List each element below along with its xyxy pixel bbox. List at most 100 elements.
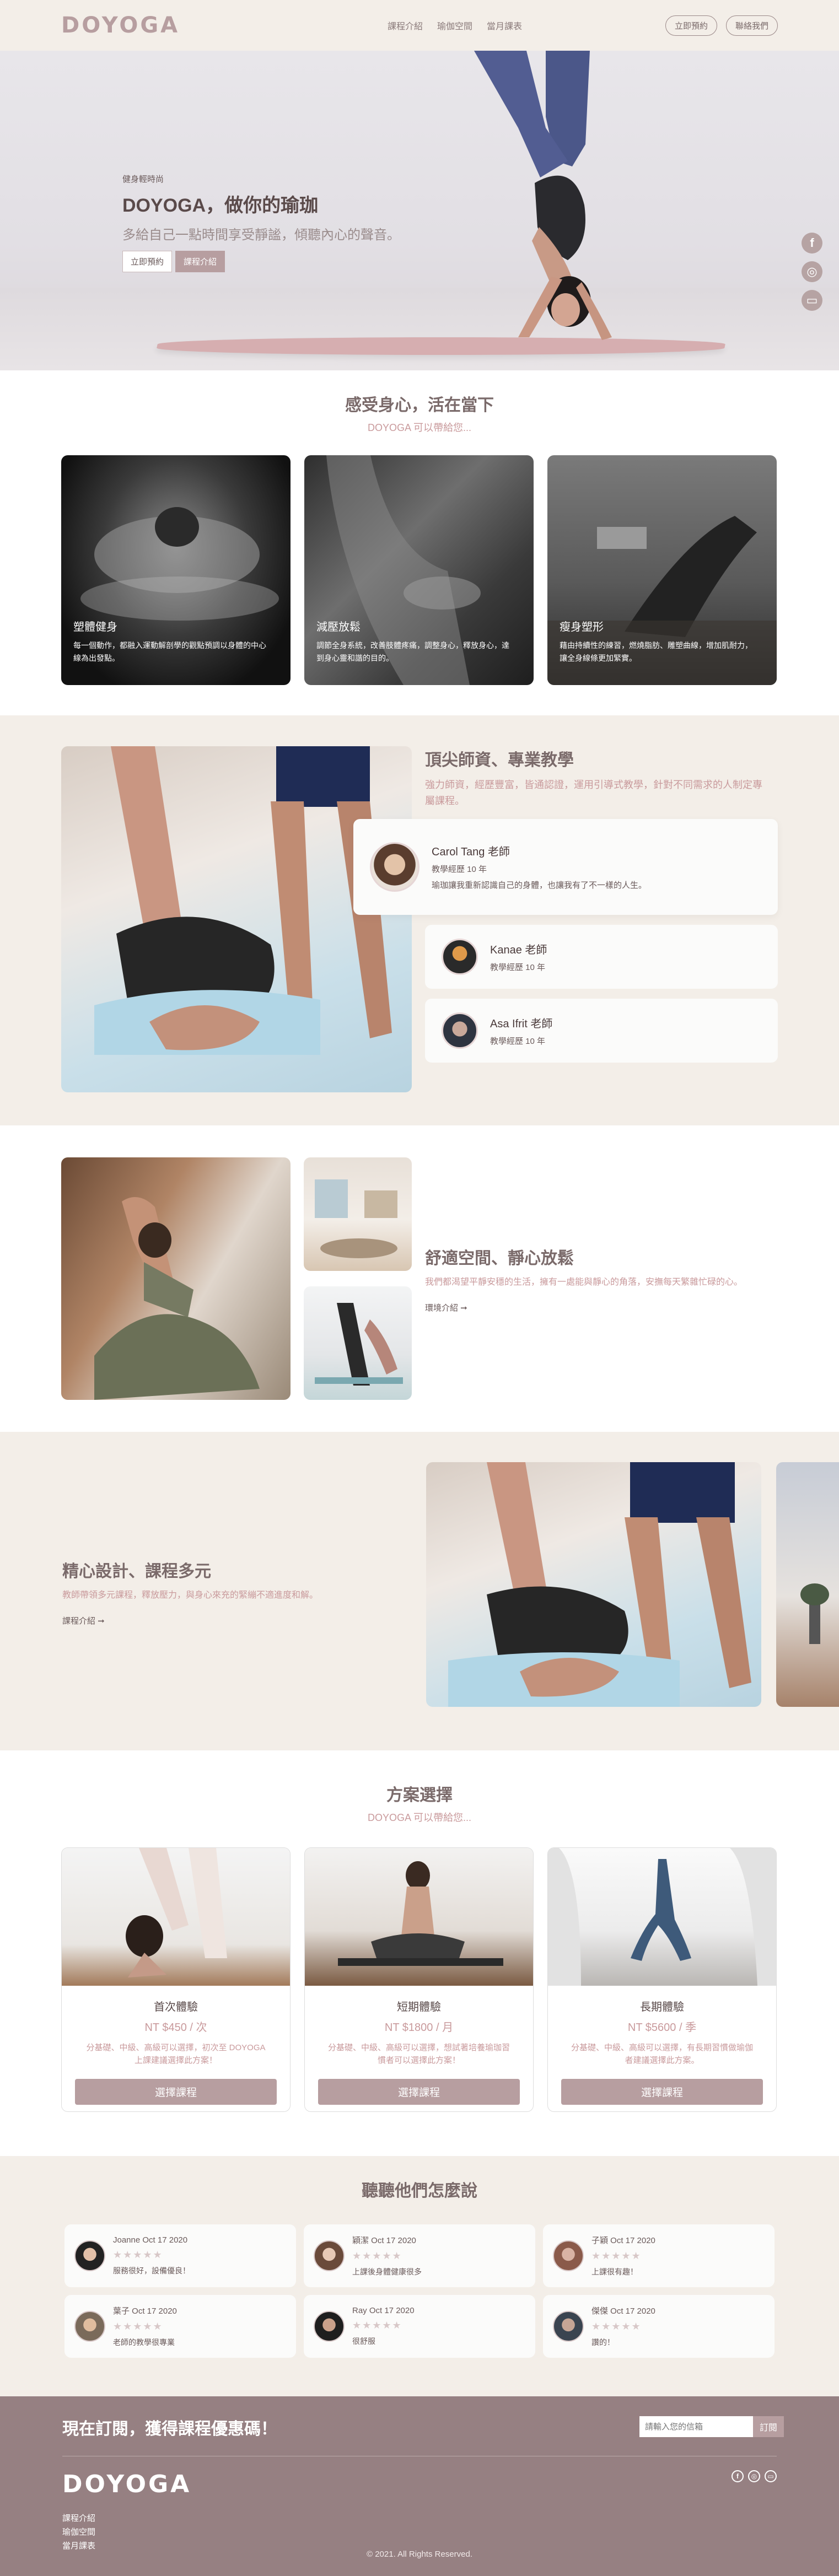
plan-card: 首次體驗 NT $450 / 次 分基礎、中級、高級可以選擇，初次至 DOYOG… [61,1847,291,2112]
subscribe-title: 現在訂閱，獲得課程優惠碼！ [62,2420,277,2438]
rating-stars: ★★★★★ [113,2249,163,2260]
rating-stars: ★★★★★ [591,2321,642,2332]
plan-name: 長期體驗 [640,2001,684,2013]
review-card: 子穎 Oct 17 2020 ★★★★★ 上課很有趣！ [543,2224,775,2287]
feature-text: 每一個動作，都融入運動解剖學的觀點預調以身體的中心線為出發點。 [73,641,266,662]
review-text: 讚的！ [591,2338,615,2347]
feature-text: 調節全身系統，改善肢體疼痛，調整身心，釋放身心，達到身心靈和諧的目的。 [316,641,509,662]
nav-space[interactable]: 瑜伽空間 [437,19,472,32]
review-text: 老師的教學很專業 [113,2338,175,2347]
review-card: 葉子 Oct 17 2020 ★★★★★ 老師的教學很專業 [64,2295,296,2358]
teacher-experience: 教學經歷 10 年 [432,865,487,875]
courses-title: 精心設計、課程多元 [62,1562,211,1581]
teacher-card[interactable]: Kanae 老師 教學經歷 10 年 [425,924,778,989]
review-card: Joanne Oct 17 2020 ★★★★★ 服務很好，設備優良！ [64,2224,296,2287]
nav-courses[interactable]: 課程介紹 [388,19,423,32]
line-icon[interactable]: ▭ [802,290,822,311]
course-carousel-image[interactable] [776,1462,839,1707]
reviewer-name: 穎潔 Oct 17 2020 [352,2236,416,2245]
space-title: 舒適空間、靜心放鬆 [425,1249,574,1268]
reviewer-avatar [74,2311,105,2342]
plans-title: 方案選擇 [386,1786,453,1804]
teacher-card[interactable]: Asa Ifrit 老師 教學經歷 10 年 [425,998,778,1063]
feature-text: 藉由持續性的練習，燃燒脂肪、雕塑曲線，增加肌耐力，讓全身線條更加緊實。 [560,641,752,662]
teacher-name: Carol Tang 老師 [432,846,510,859]
facebook-icon[interactable]: f [802,233,822,254]
hero-yoga-person-image [474,51,612,340]
select-plan-button[interactable]: 選擇課程 [561,2079,763,2105]
subscribe-button[interactable]: 訂閱 [753,2416,784,2437]
rating-stars: ★★★★★ [113,2321,163,2332]
hero-book-button[interactable]: 立即預約 [122,251,173,272]
space-photo-yoga [61,1157,291,1400]
main-nav: 課程介紹 瑜伽空間 當月課表 [388,19,522,32]
plan-name: 短期體驗 [397,2001,441,2013]
select-plan-button[interactable]: 選擇課程 [75,2079,277,2105]
review-text: 上課後身體健康很多 [352,2267,422,2276]
plans-section: 方案選擇 DOYOGA 可以帶給您... 首次體驗 NT $450 / 次 分基… [0,1750,839,2156]
copyright: © 2021. All Rights Reserved. [367,2550,472,2559]
courses-more-link[interactable]: 課程介紹 ➞ [62,1615,318,1626]
feature-title: 塑體健身 [73,621,117,634]
review-text: 上課很有趣！ [591,2267,638,2276]
plan-card: 短期體驗 NT $1800 / 月 分基礎、中級、高級可以選擇，想試著培養瑜珈習… [304,1847,534,2112]
reviewer-avatar [314,2240,345,2271]
feature-card[interactable]: 瘦身塑形藉由持續性的練習，燃燒脂肪、雕塑曲線，增加肌耐力，讓全身線條更加緊實。 [547,455,777,685]
contact-button[interactable]: 聯絡我們 [725,15,778,36]
hero-pretitle: 健身輕時尚 [122,175,164,184]
hero-subtitle: 多給自己一點時間享受靜謐，傾聽內心的聲音。 [122,228,400,242]
plan-image [305,1848,533,1986]
courses-desc: 教師帶領多元課程，釋放壓力，與身心來充的緊繃不適進度和解。 [62,1591,319,1600]
space-desc: 我們都渴望平靜安穩的生活，擁有一處能與靜心的角落，安撫每天繁雜忙碌的心。 [425,1278,743,1287]
social-links: f ◎ ▭ [802,233,822,311]
review-card: 傑傑 Oct 17 2020 ★★★★★ 讚的！ [543,2295,775,2358]
instagram-icon[interactable]: ◎ [802,261,822,282]
teacher-experience: 教學經歷 10 年 [490,1036,546,1046]
reviewer-name: 葉子 Oct 17 2020 [113,2306,177,2316]
feature-card[interactable]: 減壓放鬆 調節全身系統，改善肢體疼痛，調整身心，釋放身心，達到身心靈和諧的目的。 [304,455,534,685]
rating-stars: ★★★★★ [352,2320,402,2331]
plan-image [62,1848,290,1986]
reviewer-name: Joanne Oct 17 2020 [113,2235,188,2245]
space-photo-class [304,1286,412,1400]
instagram-icon[interactable]: ◎ [748,2470,760,2482]
logo[interactable]: DOYOGA [61,13,180,38]
select-plan-button[interactable]: 選擇課程 [318,2079,520,2105]
nav-schedule[interactable]: 當月課表 [487,19,522,32]
email-input[interactable] [639,2416,753,2437]
hero-title: DOYOGA，做你的瑜珈 [122,195,319,216]
reviewer-avatar [553,2240,584,2271]
feature-title: 瘦身塑形 [560,621,604,634]
teacher-card[interactable]: Carol Tang 老師 教學經歷 10 年 瑜珈讓我重新認識自己的身體，也讓… [353,818,778,915]
teacher-avatar [370,842,420,892]
footer-link-space[interactable]: 瑜伽空間 [62,2526,95,2537]
course-carousel-image[interactable] [426,1462,761,1707]
teacher-quote: 瑜珈讓我重新認識自己的身體，也讓我有了不一樣的人生。 [432,881,647,891]
book-now-button[interactable]: 立即預約 [665,15,717,36]
footer-link-courses[interactable]: 課程介紹 [62,2512,95,2524]
plan-price: NT $1800 / 月 [384,2022,454,2034]
review-text: 很舒服 [352,2337,375,2346]
plans-subtitle: DOYOGA 可以帶給您... [367,1812,472,1823]
line-icon[interactable]: ▭ [765,2470,777,2482]
hero-banner: 健身輕時尚 DOYOGA，做你的瑜珈 多給自己一點時間享受靜謐，傾聽內心的聲音。… [0,51,839,370]
reviewer-avatar [314,2311,345,2342]
review-text: 服務很好，設備優良！ [113,2266,190,2275]
teachers-section: 頂尖師資、專業教學 強力師資，經歷豐富，皆通認證，運用引導式教學，針對不同需求的… [0,715,839,1125]
space-section: 舒適空間、靜心放鬆 我們都渴望平靜安穩的生活，擁有一處能與靜心的角落，安撫每天繁… [0,1125,839,1432]
feature-card[interactable]: 塑體健身每一個動作，都融入運動解剖學的觀點預調以身體的中心線為出發點。 [61,455,291,685]
reviewer-avatar [553,2311,584,2342]
plan-desc: 分基礎、中級、高級可以選擇，想試著培養瑜珈習慣者可以選擇此方案！ [327,2043,510,2065]
space-more-link[interactable]: 環境介紹 ➞ [425,1302,743,1313]
hero-courses-button[interactable]: 課程介紹 [175,251,225,272]
rating-stars: ★★★★★ [591,2250,642,2261]
teacher-experience: 教學經歷 10 年 [490,962,546,972]
plan-price: NT $5600 / 季 [627,2022,697,2034]
facebook-icon[interactable]: f [732,2470,744,2482]
teachers-desc: 強力師資，經歷豐富，皆通認證，運用引導式教學，針對不同需求的人制定專屬課程。 [425,779,762,806]
plan-card: 長期體驗 NT $5600 / 季 分基礎、中級、高級可以選擇，有長期習慣做瑜伽… [547,1847,777,2112]
footer-logo[interactable]: DOYOGA [62,2470,191,2498]
reviews-title: 聽聽他們怎麼說 [362,2182,477,2200]
teachers-title: 頂尖師資、專業教學 [425,751,574,769]
review-card: 穎潔 Oct 17 2020 ★★★★★ 上課後身體健康很多 [304,2224,535,2287]
